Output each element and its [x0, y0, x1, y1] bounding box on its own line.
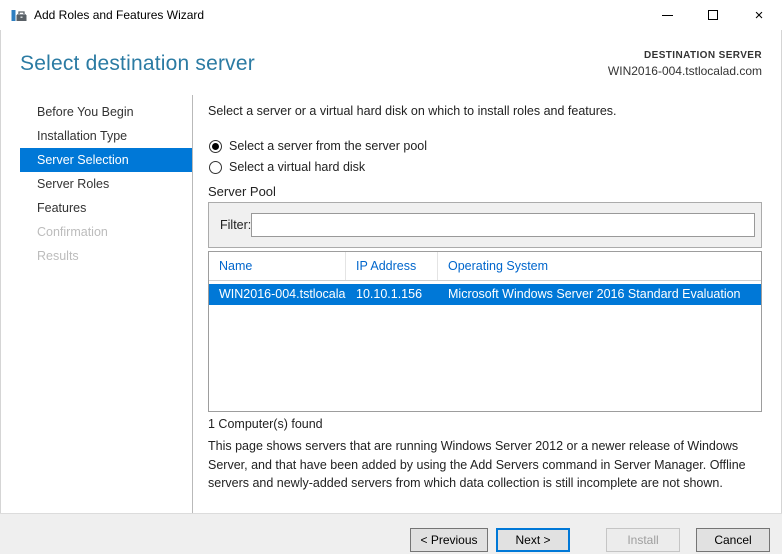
wizard-toolbox-icon — [11, 10, 27, 21]
table-header-row: Name IP Address Operating System — [209, 252, 761, 281]
server-pool-label: Server Pool — [208, 184, 276, 199]
computers-found-count: 1 Computer(s) found — [208, 417, 323, 431]
intro-text: Select a server or a virtual hard disk o… — [208, 104, 617, 118]
sidebar-item-server-selection[interactable]: Server Selection — [20, 148, 192, 172]
sidebar-divider — [192, 95, 193, 513]
minimize-button[interactable] — [644, 0, 690, 30]
destination-server-block: DESTINATION SERVER WIN2016-004.tstlocala… — [608, 50, 762, 78]
server-pool-table: Name IP Address Operating System WIN2016… — [208, 251, 762, 412]
cell-operating-system: Microsoft Windows Server 2016 Standard E… — [448, 287, 741, 301]
column-header-operating-system[interactable]: Operating System — [438, 252, 761, 280]
radio-select-virtual-hard-disk[interactable]: Select a virtual hard disk — [209, 158, 365, 176]
destination-server-name: WIN2016-004.tstlocalad.com — [607, 64, 762, 78]
title-bar: Add Roles and Features Wizard × — [0, 0, 782, 30]
column-header-name[interactable]: Name — [209, 252, 346, 280]
filter-group-box: Filter: — [208, 202, 762, 248]
sidebar-item-installation-type[interactable]: Installation Type — [20, 124, 192, 148]
minimize-icon — [661, 14, 673, 16]
next-button[interactable]: Next > — [496, 528, 570, 552]
sidebar-item-server-roles[interactable]: Server Roles — [20, 172, 192, 196]
window-title: Add Roles and Features Wizard — [34, 8, 205, 22]
previous-button[interactable]: < Previous — [410, 528, 488, 552]
column-header-ip-address[interactable]: IP Address — [346, 252, 438, 280]
sidebar-item-results: Results — [37, 249, 79, 263]
radio-label: Select a virtual hard disk — [229, 160, 366, 174]
sidebar-item-confirmation: Confirmation — [37, 225, 108, 239]
radio-unselected-icon — [209, 160, 222, 174]
install-button: Install — [606, 528, 680, 552]
sidebar-item-features[interactable]: Features — [20, 196, 192, 220]
page-title: Select destination server — [20, 52, 255, 75]
filter-label: Filter: — [220, 218, 252, 232]
close-icon: × — [754, 6, 764, 24]
sidebar-item-before-you-begin[interactable]: Before You Begin — [20, 100, 192, 124]
cell-ip-address: 10.10.1.156 — [356, 287, 423, 301]
maximize-button[interactable] — [690, 0, 736, 30]
radio-select-server-from-pool[interactable]: Select a server from the server pool — [209, 137, 427, 155]
footer-button-bar: < Previous Next > Install Cancel — [0, 513, 782, 554]
filter-input[interactable] — [251, 213, 755, 237]
radio-selected-icon — [209, 139, 222, 153]
maximize-icon — [708, 10, 718, 20]
close-button[interactable]: × — [736, 0, 782, 30]
destination-server-label: DESTINATION SERVER — [644, 50, 762, 61]
radio-label: Select a server from the server pool — [229, 139, 427, 153]
page-description: This page shows servers that are running… — [208, 439, 746, 490]
add-roles-features-wizard-window: { "window": { "title": "Add Roles and Fe… — [0, 0, 782, 554]
cell-server-name: WIN2016-004.tstlocalad.... — [219, 287, 346, 301]
cancel-button[interactable]: Cancel — [696, 528, 770, 552]
table-row-selected-server[interactable]: WIN2016-004.tstlocalad.... 10.10.1.156 M… — [209, 284, 761, 305]
wizard-steps-sidebar: Before You Begin Installation Type Serve… — [0, 100, 192, 268]
